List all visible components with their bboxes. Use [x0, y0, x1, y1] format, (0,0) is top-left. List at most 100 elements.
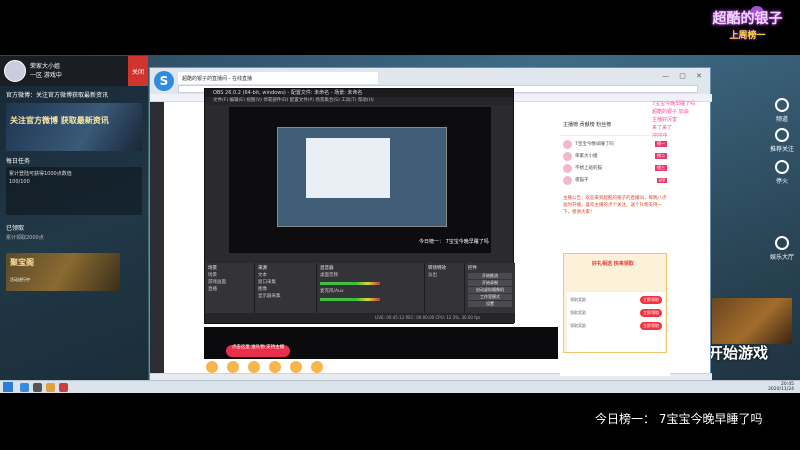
claim-button[interactable]: 立即领取	[640, 322, 662, 330]
list-item[interactable]: 夜猫子 VIP	[563, 174, 667, 186]
browser-taskbar-icon[interactable]	[20, 383, 29, 392]
list-item[interactable]: 荣家大小姐 榜二	[563, 150, 667, 162]
claim-button[interactable]: 立即领取	[640, 309, 662, 317]
treasure-banner[interactable]: 聚宝阁 活动进行中	[6, 253, 120, 291]
start-recording-button[interactable]: 开始录制	[468, 280, 512, 286]
game-client-panel: 荣家大小姐 一区 游戏中 关闭 官方微博：关注官方微博获取最新资讯 关注官方微博…	[0, 56, 148, 388]
list-item[interactable]: 不想上班的猫 榜三	[563, 162, 667, 174]
lobby-icon	[775, 236, 789, 250]
streamer-title: 超酷的银子 上周榜一	[700, 8, 795, 41]
studio-mode-button[interactable]: 工作室模式	[468, 294, 512, 300]
announcement: 主播公告：欢迎来到超酷的银子的直播间，每晚八点准时开播，喜欢主播的点个关注，送个…	[563, 196, 667, 215]
close-button[interactable]: 关闭	[128, 56, 148, 86]
side-button-channel[interactable]: 频道	[762, 98, 800, 123]
game-art	[712, 298, 792, 344]
obs-window: OBS 26.0.2 (64-bit, windows) - 配置文件: 未命名…	[204, 88, 515, 324]
mixer-dock: 混音器 桌面音频 麦克风/Aux	[317, 263, 425, 315]
game-taskbar-icon[interactable]	[59, 383, 68, 392]
user-sub: 一区 游戏中	[30, 72, 62, 79]
browser-tab[interactable]: 超酷的银子的直播间 - 在线直播	[178, 72, 378, 84]
user-info: 荣家大小姐 一区 游戏中	[30, 62, 62, 80]
task-progress: 100/100	[9, 179, 30, 185]
obs-titlebar: OBS 26.0.2 (64-bit, windows) - 配置文件: 未命名…	[205, 89, 513, 97]
list-item[interactable]: 文本	[258, 272, 313, 279]
done-sub: 累计领取2000点	[6, 235, 44, 241]
chat-line: 超酷的银子 加油	[652, 109, 689, 115]
done-title: 已领取	[6, 225, 25, 232]
chat-line: 来了来了	[652, 125, 673, 131]
sources-dock: 来源 文本 窗口采集 图像 显示器采集	[255, 263, 317, 315]
live-room-panel: 主播榜 贡献榜 粉丝榜 7宝宝今晚早睡了吗 榜一 荣家大小姐 榜二 不想上班的猫 榜三…	[560, 118, 670, 376]
transitions-dock: 转场特效 淡出	[425, 263, 465, 315]
notice-text: 官方微博：关注官方微博获取最新资讯	[6, 92, 109, 99]
list-item[interactable]: 游戏画面	[208, 279, 251, 286]
treasure-sub: 活动进行中	[10, 277, 30, 282]
browser-logo-icon: S	[154, 71, 174, 91]
gift-icon[interactable]	[290, 361, 303, 373]
side-button-lobby[interactable]: 娱乐大厅	[762, 236, 800, 261]
side-button-ceasefire[interactable]: 停火	[762, 160, 800, 185]
weibo-banner[interactable]: 关注官方微博 获取最新资讯	[6, 103, 142, 151]
folder-icon[interactable]	[46, 383, 55, 392]
volume-meter[interactable]	[320, 298, 380, 301]
start-game-button[interactable]: 开始游戏	[708, 342, 768, 363]
promo-title: 好礼相送 快来领取	[592, 261, 634, 267]
obs-docks: 场景 场景 游戏画面 直播 来源 文本 窗口采集 图像 显示器采集 混音器 桌面…	[205, 263, 515, 315]
gift-icon[interactable]	[206, 361, 218, 373]
chat-line: 7宝宝今晚早睡了吗	[652, 101, 696, 107]
list-item[interactable]: 场景	[208, 272, 251, 279]
top-letterbox	[0, 0, 800, 55]
chat-overlay: 7宝宝今晚早睡了吗 超酷的银子 加油 主播好厉害 来了来了 冲冲冲	[652, 100, 710, 140]
virtual-camera-button[interactable]: 启动虚拟摄像机	[468, 287, 512, 293]
windows-start-icon[interactable]	[3, 382, 13, 392]
scenes-dock: 场景 场景 游戏画面 直播	[205, 263, 255, 315]
task-card[interactable]: 累计登陆可获得1000点数值 100/100	[6, 167, 142, 215]
mixer-label: 桌面音频	[320, 273, 338, 278]
browser-sidebar	[150, 102, 164, 373]
claim-list: 领取奖励 立即领取 领取奖励 立即领取 领取奖励 立即领取	[567, 292, 665, 352]
controls-dock: 控件 开始推流 开始录制 启动虚拟摄像机 工作室模式 设置	[465, 263, 515, 315]
preview-nested-window	[306, 138, 390, 198]
list-item[interactable]: 直播	[208, 286, 251, 293]
person-icon	[775, 98, 789, 112]
rank-list: 7宝宝今晚早睡了吗 榜一 荣家大小姐 榜二 不想上班的猫 榜三 夜猫子 VIP	[560, 136, 670, 192]
side-button-follow[interactable]: 推荐关注	[762, 128, 800, 153]
task-title: 每日任务	[6, 158, 31, 165]
screen: 荣家大小姐 一区 游戏中 关闭 官方微博：关注官方微博获取最新资讯 关注官方微博…	[0, 0, 800, 450]
fire-icon	[775, 160, 789, 174]
gift-pill-button[interactable]: 点击这里 送礼物 支持主播	[226, 345, 290, 357]
heart-icon	[775, 128, 789, 142]
avatar[interactable]	[4, 60, 26, 82]
promo-card: 好礼相送 快来领取 领取奖励 立即领取 领取奖励 立即领取 领取奖励 立即领取	[563, 253, 667, 353]
top-fan-caption: 今日榜一： 7宝宝今晚早睡了吗	[595, 412, 763, 426]
volume-meter[interactable]	[320, 282, 380, 285]
preview-caption: 今日榜一： 7宝宝今晚早睡了吗	[419, 239, 489, 245]
settings-button[interactable]: 设置	[468, 301, 512, 307]
avatar	[563, 139, 572, 149]
start-streaming-button[interactable]: 开始推流	[468, 273, 512, 279]
gift-icon[interactable]	[248, 361, 261, 373]
transition-select[interactable]: 淡出	[428, 272, 461, 279]
gift-icon[interactable]	[311, 361, 324, 373]
task-detail: 累计登陆可获得1000点数值	[9, 171, 72, 177]
streamer-subtitle: 上周榜一	[729, 31, 766, 41]
streamer-name: 超酷的银子	[712, 11, 783, 27]
list-item[interactable]: 图像	[258, 286, 313, 293]
list-item[interactable]: 显示器采集	[258, 293, 313, 300]
banner-text: 关注官方微博 获取最新资讯	[10, 116, 109, 125]
claim-row: 领取奖励 立即领取	[570, 308, 662, 318]
gift-icon[interactable]	[227, 361, 240, 373]
window-controls[interactable]: — ▢ ✕	[662, 72, 706, 80]
game-panel-header: 荣家大小姐 一区 游戏中 关闭	[0, 56, 148, 86]
list-item[interactable]: 窗口采集	[258, 279, 313, 286]
claim-row: 领取奖励 立即领取	[570, 295, 662, 305]
preview-capture	[277, 127, 447, 227]
claim-button[interactable]: 立即领取	[640, 296, 662, 304]
mixer-label: 麦克风/Aux	[320, 289, 344, 294]
gift-icon[interactable]	[269, 361, 282, 373]
obs-menubar[interactable]: 文件(F) 编辑(E) 视图(V) 停靠部件(D) 配置文件(P) 场景集合(S…	[205, 97, 513, 105]
avatar	[563, 175, 572, 185]
gift-bar	[204, 359, 558, 373]
taskbar: 20:45 2020/11/24	[0, 380, 800, 393]
obs-taskbar-icon[interactable]	[33, 383, 42, 392]
